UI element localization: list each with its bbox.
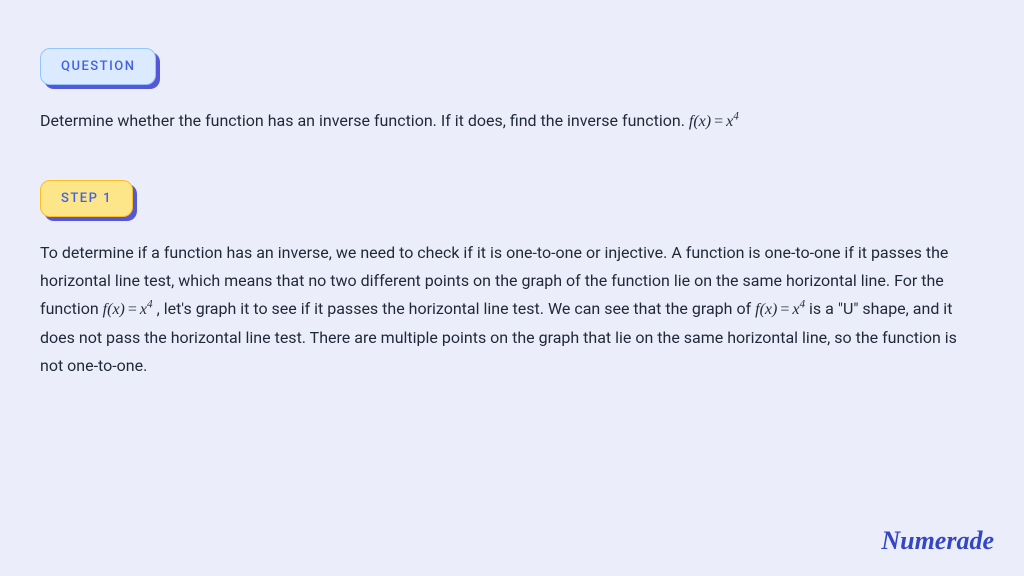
brand-logo: Numerade (881, 526, 994, 556)
step-part2: , let's graph it to see if it passes the… (157, 299, 756, 318)
question-math: f(x)=x4 (689, 113, 739, 130)
step-badge: STEP 1 (40, 180, 133, 217)
question-text: Determine whether the function has an in… (40, 107, 984, 136)
step-text: To determine if a function has an invers… (40, 239, 984, 380)
step-math1: f(x)=x4 (103, 301, 153, 318)
question-badge: QUESTION (40, 48, 156, 85)
question-prompt: Determine whether the function has an in… (40, 111, 689, 130)
step-math2: f(x)=x4 (755, 301, 805, 318)
